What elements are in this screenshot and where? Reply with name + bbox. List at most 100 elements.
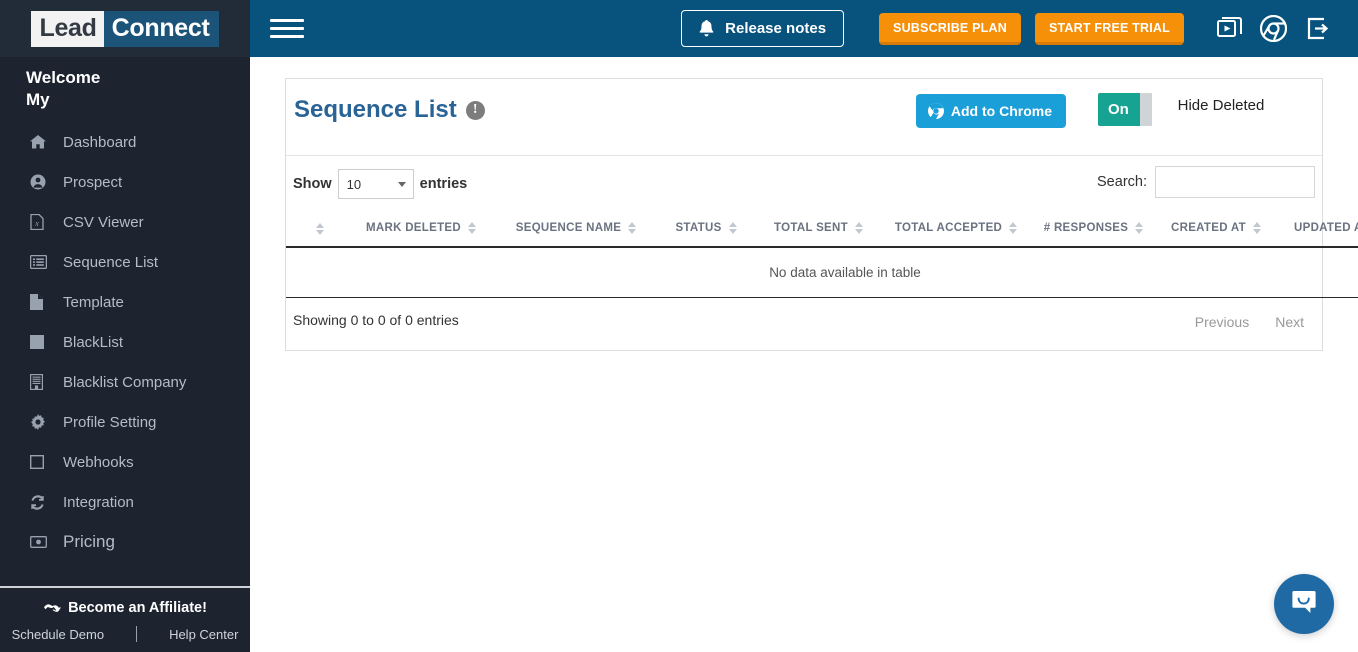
previous-page-button[interactable]: Previous: [1182, 309, 1262, 335]
svg-text:x: x: [34, 219, 39, 228]
page-length-value: 10: [346, 176, 362, 192]
column-label: TOTAL ACCEPTED: [894, 221, 1003, 234]
sidebar-item-template[interactable]: Template: [0, 282, 250, 322]
square-icon: [30, 334, 52, 350]
sidebar-item-blacklist-company[interactable]: Blacklist Company: [0, 362, 250, 402]
welcome-line-2: My: [26, 90, 50, 109]
page-length-control: Show 10 entries: [293, 169, 467, 199]
add-to-chrome-label: Add to Chrome: [950, 103, 1052, 119]
sort-icon: [854, 221, 863, 234]
hamburger-line: [270, 27, 304, 30]
logo-lead-text: Lead: [31, 10, 104, 47]
column-label: SEQUENCE NAME: [515, 221, 622, 234]
column-header-updated-at[interactable]: UPDATED AT: [1276, 211, 1358, 248]
sidebar-item-blacklist[interactable]: BlackList: [0, 322, 250, 362]
column-header-blank[interactable]: [286, 211, 346, 248]
column-header-responses[interactable]: # RESPONSES: [1031, 211, 1156, 248]
logout-icon[interactable]: [1298, 10, 1336, 48]
column-header-mark-deleted[interactable]: MARK DELETED: [346, 211, 496, 248]
sort-icon: [728, 221, 737, 234]
building-icon: [30, 374, 52, 390]
become-affiliate-link[interactable]: Become an Affiliate!: [0, 600, 250, 616]
handshake-icon: [43, 602, 62, 614]
video-tutorials-icon[interactable]: [1210, 10, 1248, 48]
sidebar-item-label: Prospect: [63, 173, 123, 191]
column-label: # RESPONSES: [1043, 221, 1129, 234]
schedule-demo-link[interactable]: Schedule Demo: [12, 627, 105, 642]
table-empty-row: No data available in table: [286, 247, 1358, 298]
sidebar-item-label: Profile Setting: [63, 413, 157, 431]
sidebar-item-label: CSV Viewer: [63, 213, 144, 231]
sort-icon: [1135, 221, 1144, 234]
hide-deleted-switch[interactable]: On: [1098, 93, 1152, 126]
sidebar-item-label: Sequence List: [63, 253, 159, 271]
help-center-link[interactable]: Help Center: [169, 627, 238, 642]
intercom-launcher-button[interactable]: [1274, 574, 1334, 634]
table-controls: Show 10 entries Search:: [286, 156, 1322, 211]
sequence-list-panel: Sequence List ! Add to Chrome On Hide De…: [285, 78, 1358, 351]
sidebar-item-csv-viewer[interactable]: x CSV Viewer: [0, 202, 250, 242]
chrome-icon: [927, 103, 944, 119]
sort-icon: [628, 221, 637, 234]
csv-file-icon: x: [30, 214, 52, 230]
sidebar-item-profile-setting[interactable]: Profile Setting: [0, 402, 250, 442]
sidebar-nav: Dashboard Prospect x CSV Viewer Sequence…: [0, 119, 250, 586]
chrome-extension-icon[interactable]: [1254, 10, 1292, 48]
next-page-button[interactable]: Next: [1262, 309, 1317, 335]
sidebar-item-pricing[interactable]: Pricing: [0, 522, 250, 562]
sidebar-item-label: BlackList: [63, 333, 124, 351]
table-empty-message: No data available in table: [286, 247, 1358, 298]
become-affiliate-label: Become an Affiliate!: [68, 600, 207, 616]
add-to-chrome-button[interactable]: Add to Chrome: [915, 94, 1066, 128]
sort-icon: [1252, 221, 1261, 234]
sidebar-item-label: Blacklist Company: [63, 373, 187, 391]
column-header-status[interactable]: STATUS: [656, 211, 756, 248]
show-label: Show: [293, 176, 332, 192]
sidebar-item-label: Pricing: [63, 532, 115, 551]
hide-deleted-toggle-group: On Hide Deleted: [1098, 93, 1272, 126]
home-icon: [30, 134, 52, 150]
column-header-total-sent[interactable]: TOTAL SENT: [756, 211, 881, 248]
sidebar-item-label: Integration: [63, 493, 134, 511]
money-icon: [30, 534, 52, 550]
sequence-table: MARK DELETED SEQUENCE NAME STATUS TOTAL …: [286, 211, 1358, 298]
main-content: Sequence List ! Add to Chrome On Hide De…: [250, 57, 1358, 652]
search-input[interactable]: [1155, 166, 1315, 198]
sidebar-footer: Become an Affiliate! Schedule Demo Help …: [0, 586, 250, 652]
sidebar-item-prospect[interactable]: Prospect: [0, 162, 250, 202]
switch-knob: [1140, 93, 1152, 126]
panel-header: Sequence List ! Add to Chrome On Hide De…: [286, 79, 1322, 156]
table-header-row: MARK DELETED SEQUENCE NAME STATUS TOTAL …: [286, 211, 1358, 248]
list-table-icon: [30, 254, 52, 270]
entries-label: entries: [419, 176, 468, 192]
release-notes-button[interactable]: Release notes: [681, 10, 845, 47]
sort-icon: [467, 221, 476, 234]
app-logo[interactable]: Lead Connect: [31, 10, 219, 47]
subscribe-plan-button[interactable]: SUBSCRIBE PLAN: [879, 12, 1021, 45]
refresh-icon: [30, 494, 52, 510]
start-free-trial-button[interactable]: START FREE TRIAL: [1034, 12, 1184, 45]
column-label: TOTAL SENT: [774, 221, 848, 234]
sidebar-item-sequence-list[interactable]: Sequence List: [0, 242, 250, 282]
hamburger-icon[interactable]: [270, 16, 304, 42]
table-head: MARK DELETED SEQUENCE NAME STATUS TOTAL …: [286, 211, 1358, 248]
exclamation-info-icon[interactable]: !: [465, 100, 485, 120]
page-title-text: Sequence List: [294, 96, 457, 123]
release-notes-label: Release notes: [725, 20, 827, 37]
sidebar-item-webhooks[interactable]: Webhooks: [0, 442, 250, 482]
sidebar-item-label: Webhooks: [63, 453, 134, 471]
gear-icon: [30, 414, 52, 430]
document-icon: [30, 294, 52, 310]
column-header-total-accepted[interactable]: TOTAL ACCEPTED: [881, 211, 1031, 248]
sidebar-item-dashboard[interactable]: Dashboard: [0, 122, 250, 162]
empty-square-icon: [30, 454, 52, 470]
column-header-created-at[interactable]: CREATED AT: [1156, 211, 1276, 248]
footer-divider: [136, 626, 138, 642]
column-header-sequence-name[interactable]: SEQUENCE NAME: [496, 211, 656, 248]
page-length-select[interactable]: 10: [337, 169, 414, 199]
bell-icon: [699, 20, 714, 37]
sidebar-item-integration[interactable]: Integration: [0, 482, 250, 522]
table-footer: Showing 0 to 0 of 0 entries Previous Nex…: [286, 298, 1322, 350]
pagination: Previous Next: [1182, 309, 1317, 335]
footer-links: Schedule Demo Help Center: [0, 626, 250, 642]
